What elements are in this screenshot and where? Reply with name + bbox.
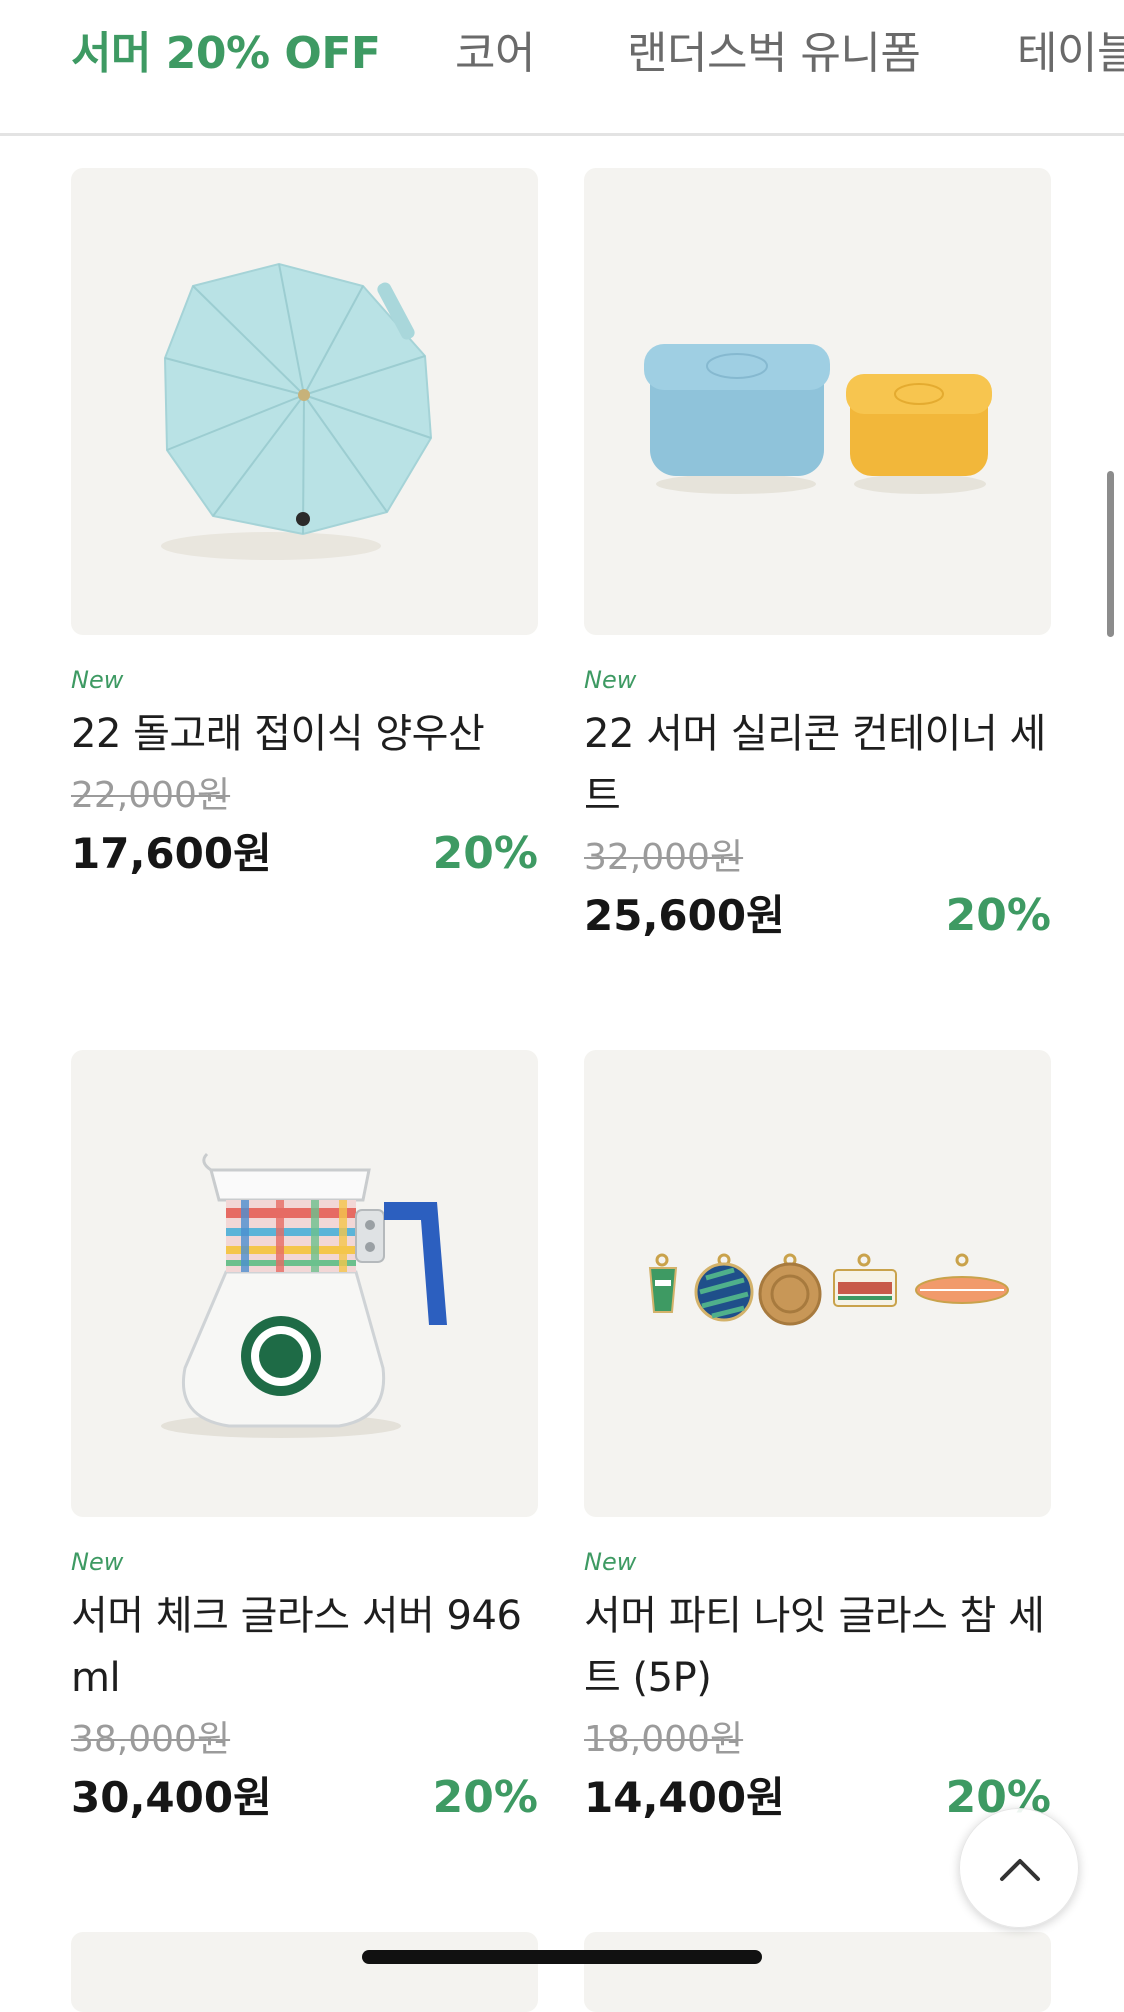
- tab-core[interactable]: 코어: [455, 26, 535, 82]
- glass-server-icon: [161, 1152, 447, 1438]
- original-price: 22,000원: [71, 775, 231, 816]
- chevron-up-icon: [1000, 1859, 1040, 1881]
- new-badge: New: [584, 1548, 637, 1576]
- product-card[interactable]: New 22 서머 실리콘 컨테이너 세트 32,000원 25,600원 20…: [584, 168, 1051, 947]
- product-image[interactable]: [584, 168, 1051, 635]
- category-tab-bar: 서머 20% OFF 코어 랜더스벅 유니폼 테이블: [0, 0, 1124, 136]
- price-row: 17,600원 20%: [71, 823, 538, 885]
- price-row: 30,400원 20%: [71, 1767, 538, 1829]
- product-name[interactable]: 22 돌고래 접이식 양우산: [71, 703, 538, 765]
- tab-table[interactable]: 테이블: [1017, 26, 1124, 82]
- scroll-to-top-button[interactable]: [959, 1808, 1079, 1928]
- product-card[interactable]: New 22 돌고래 접이식 양우산 22,000원 17,600원 20%: [71, 168, 538, 885]
- umbrella-icon: [161, 262, 433, 560]
- sale-price: 30,400원: [71, 1773, 272, 1822]
- price-row: 14,400원 20%: [584, 1767, 1051, 1829]
- discount-rate: 20%: [432, 1772, 538, 1823]
- product-card[interactable]: New 서머 체크 글라스 서버 946 ml 38,000원 30,400원 …: [71, 1050, 538, 1829]
- new-badge: New: [71, 666, 124, 694]
- container-set-icon: [644, 344, 992, 494]
- price-row: 25,600원 20%: [584, 885, 1051, 947]
- tab-summer-sale[interactable]: 서머 20% OFF: [71, 26, 381, 82]
- home-indicator[interactable]: [362, 1950, 762, 1964]
- glass-charms-icon: [648, 1253, 1009, 1326]
- product-name[interactable]: 서머 파티 나잇 글라스 참 세트 (5P): [584, 1585, 1051, 1709]
- product-card-peek[interactable]: [584, 1932, 1051, 2012]
- original-price: 32,000원: [584, 837, 744, 878]
- sale-price: 14,400원: [584, 1773, 785, 1822]
- product-card-peek[interactable]: [71, 1932, 538, 2012]
- product-card[interactable]: New 서머 파티 나잇 글라스 참 세트 (5P) 18,000원 14,40…: [584, 1050, 1051, 1829]
- product-name[interactable]: 22 서머 실리콘 컨테이너 세트: [584, 703, 1051, 827]
- new-badge: New: [71, 1548, 124, 1576]
- original-price: 38,000원: [71, 1719, 231, 1760]
- discount-rate: 20%: [945, 890, 1051, 941]
- product-image[interactable]: [71, 168, 538, 635]
- product-image[interactable]: [584, 1050, 1051, 1517]
- scrollbar[interactable]: [1107, 471, 1114, 637]
- new-badge: New: [584, 666, 637, 694]
- sale-price: 17,600원: [71, 829, 272, 878]
- discount-rate: 20%: [432, 828, 538, 879]
- tab-landers-uniform[interactable]: 랜더스벅 유니폼: [627, 26, 921, 82]
- original-price: 18,000원: [584, 1719, 744, 1760]
- sale-price: 25,600원: [584, 891, 785, 940]
- product-image[interactable]: [71, 1050, 538, 1517]
- product-name[interactable]: 서머 체크 글라스 서버 946 ml: [71, 1585, 538, 1709]
